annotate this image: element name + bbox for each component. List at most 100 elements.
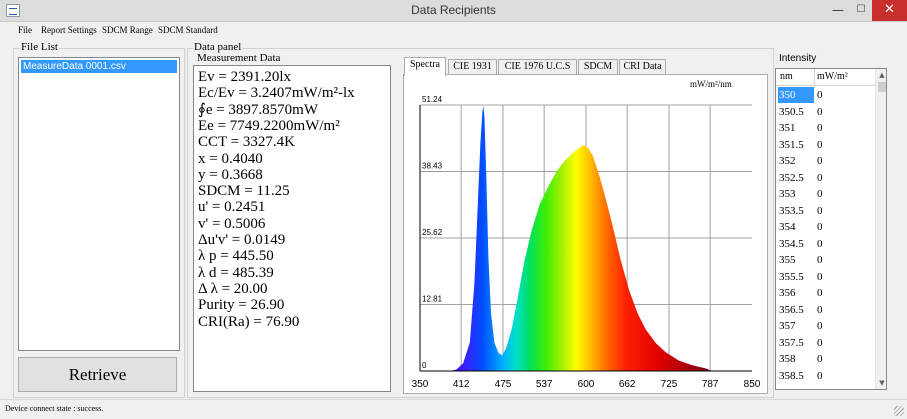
table-row[interactable]: 350.5 0	[776, 104, 875, 121]
title-bar: Data Recipients — ☐ ✕	[0, 0, 907, 22]
resize-grip-icon[interactable]	[894, 406, 904, 416]
menu-sdcm-range[interactable]: SDCM Range	[102, 25, 153, 35]
table-row[interactable]: 353 0	[776, 186, 875, 203]
minimize-button[interactable]: —	[826, 0, 850, 21]
maximize-button[interactable]: ☐	[850, 0, 872, 21]
table-scrollbar[interactable]: ▲ ▼	[875, 69, 886, 389]
table-row[interactable]: 358.5 0	[776, 368, 875, 385]
cell-intensity[interactable]: 0	[817, 302, 823, 318]
cell-wavelength[interactable]: 356.5	[778, 302, 814, 318]
file-listbox[interactable]: MeasureData 0001.csv	[18, 57, 180, 351]
cell-intensity[interactable]: 0	[817, 219, 823, 235]
status-bar: Device connect state : success.	[0, 399, 907, 419]
y-tick-label: 12.81	[422, 295, 443, 304]
measurement-line: Δu'v' = 0.0149	[198, 232, 286, 248]
file-item[interactable]: MeasureData 0001.csv	[21, 60, 177, 73]
cell-intensity[interactable]: 0	[817, 269, 823, 285]
x-tick-label: 475	[495, 379, 512, 390]
cell-wavelength[interactable]: 354.5	[778, 236, 814, 252]
tab-sdcm[interactable]: SDCM	[578, 59, 618, 75]
measurement-line: u' = 0.2451	[198, 199, 266, 216]
tab-cie-1931[interactable]: CIE 1931	[448, 59, 497, 75]
measurement-line: y = 0.3668	[198, 166, 263, 183]
cell-intensity[interactable]: 0	[817, 285, 823, 301]
table-row[interactable]: 352.5 0	[776, 170, 875, 187]
table-row[interactable]: 357.5 0	[776, 335, 875, 352]
x-tick-label: 412	[453, 379, 470, 390]
cell-wavelength[interactable]: 351	[778, 120, 814, 136]
cell-wavelength[interactable]: 357.5	[778, 335, 814, 351]
scroll-up-icon[interactable]: ▲	[876, 69, 886, 81]
measurement-line: CRI(Ra) = 76.90	[198, 313, 300, 330]
close-button[interactable]: ✕	[872, 0, 907, 21]
measurement-line: Ee = 7749.2200mW/m²	[198, 117, 340, 134]
cell-intensity[interactable]: 0	[817, 137, 823, 153]
table-row[interactable]: 357 0	[776, 318, 875, 335]
table-row[interactable]: 355.5 0	[776, 269, 875, 286]
cell-intensity[interactable]: 0	[817, 153, 823, 169]
spectrum-chart: 0 12.81 25.62 38.43 51.24 350 412 475 537 600 662…	[412, 95, 761, 390]
cell-intensity[interactable]: 0	[817, 170, 823, 186]
cell-intensity[interactable]: 0	[817, 203, 823, 219]
table-row[interactable]: 356.5 0	[776, 302, 875, 319]
cell-wavelength[interactable]: 355.5	[778, 269, 814, 285]
menu-bar: File Report Settings SDCM Range SDCM Sta…	[0, 23, 907, 39]
scroll-thumb[interactable]	[878, 82, 886, 92]
cell-intensity[interactable]: 0	[817, 335, 823, 351]
x-tick-label: 850	[744, 379, 761, 390]
tab-cie-1976-ucs[interactable]: CIE 1976 U.C.S	[498, 59, 577, 75]
table-row[interactable]: 358 0	[776, 351, 875, 368]
window-title: Data Recipients	[411, 3, 496, 17]
intensity-table[interactable]: nm mW/m² 350 0 350.5 0 351 0 351.5 0 352 0 352.5 0 3…	[775, 68, 887, 390]
table-row[interactable]: 350 0	[776, 87, 875, 104]
cell-wavelength[interactable]: 350.5	[778, 104, 814, 120]
cell-intensity[interactable]: 0	[817, 186, 823, 202]
x-tick-label: 787	[702, 379, 719, 390]
cell-wavelength[interactable]: 353.5	[778, 203, 814, 219]
cell-wavelength[interactable]: 350	[778, 87, 814, 103]
cell-intensity[interactable]: 0	[817, 87, 823, 103]
cell-intensity[interactable]: 0	[817, 236, 823, 252]
table-row[interactable]: 356 0	[776, 285, 875, 302]
table-row[interactable]: 354.5 0	[776, 236, 875, 253]
measurement-line: Ec/Ev = 3.2407mW/m²-lx	[198, 85, 355, 102]
cell-wavelength[interactable]: 352	[778, 153, 814, 169]
cell-wavelength[interactable]: 356	[778, 285, 814, 301]
menu-report-settings[interactable]: Report Settings	[41, 25, 97, 35]
file-list-label: File List	[20, 41, 59, 53]
cell-intensity[interactable]: 0	[817, 104, 823, 120]
tab-spectra[interactable]: Spectra	[404, 57, 446, 76]
x-tick-label: 600	[578, 379, 595, 390]
cell-intensity[interactable]: 0	[817, 120, 823, 136]
cell-wavelength[interactable]: 358	[778, 351, 814, 367]
table-row[interactable]: 351.5 0	[776, 137, 875, 154]
cell-wavelength[interactable]: 358.5	[778, 368, 814, 384]
cell-intensity[interactable]: 0	[817, 318, 823, 334]
cell-wavelength[interactable]: 354	[778, 219, 814, 235]
column-header-nm[interactable]: nm	[780, 71, 793, 82]
scroll-down-icon[interactable]: ▼	[876, 377, 886, 389]
cell-intensity[interactable]: 0	[817, 252, 823, 268]
cell-wavelength[interactable]: 355	[778, 252, 814, 268]
table-row[interactable]: 352 0	[776, 153, 875, 170]
measurement-line: Purity = 26.90	[198, 297, 285, 314]
cell-intensity[interactable]: 0	[817, 351, 823, 367]
measurement-line: v' = 0.5006	[198, 215, 266, 232]
tab-cri-data[interactable]: CRI Data	[619, 59, 666, 75]
cell-wavelength[interactable]: 352.5	[778, 170, 814, 186]
table-row[interactable]: 353.5 0	[776, 203, 875, 220]
menu-sdcm-standard[interactable]: SDCM Standard	[158, 25, 218, 35]
cell-wavelength[interactable]: 351.5	[778, 137, 814, 153]
y-tick-label: 51.24	[422, 95, 443, 104]
table-row[interactable]: 355 0	[776, 252, 875, 269]
table-row[interactable]: 354 0	[776, 219, 875, 236]
table-row[interactable]: 351 0	[776, 120, 875, 137]
x-tick-label: 725	[661, 379, 678, 390]
cell-intensity[interactable]: 0	[817, 368, 823, 384]
measurement-line: λ d = 485.39	[198, 264, 274, 281]
column-header-intensity[interactable]: mW/m²	[817, 71, 848, 82]
cell-wavelength[interactable]: 353	[778, 186, 814, 202]
cell-wavelength[interactable]: 357	[778, 318, 814, 334]
retrieve-button[interactable]: Retrieve	[18, 357, 177, 392]
menu-file[interactable]: File	[18, 25, 32, 35]
